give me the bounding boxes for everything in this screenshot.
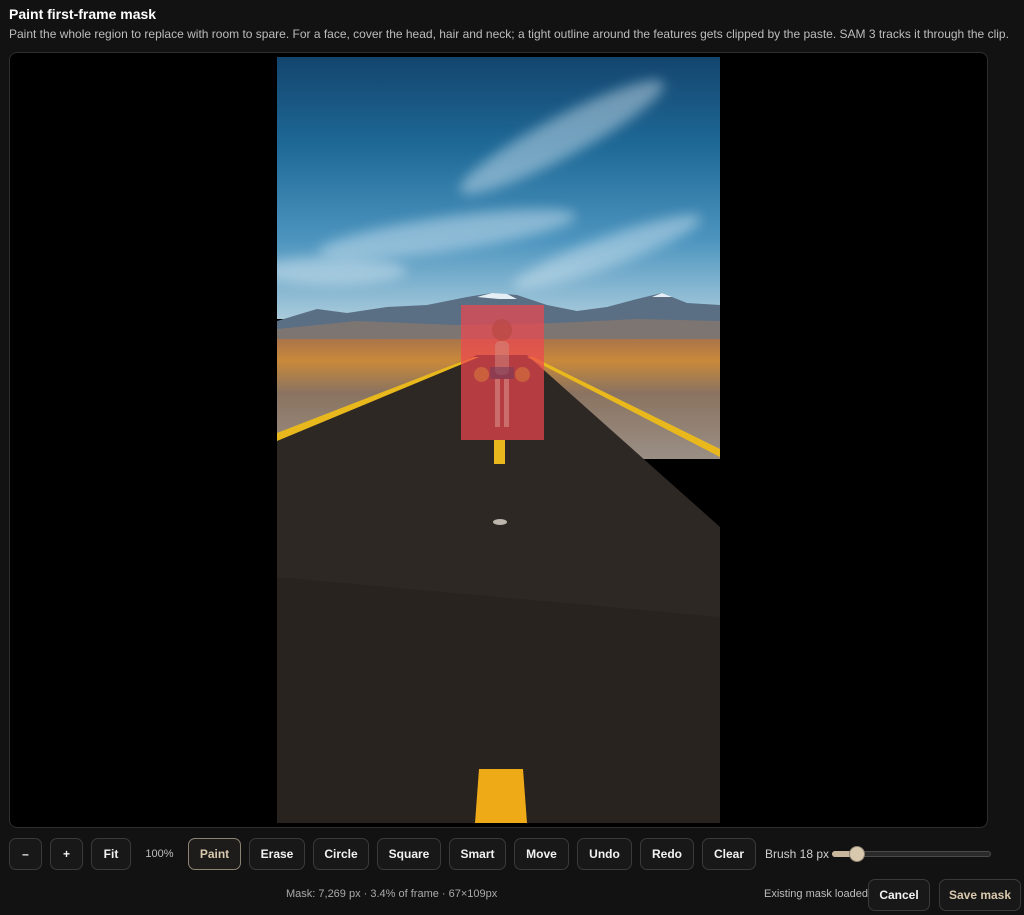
brush-size-slider[interactable]	[832, 846, 991, 862]
brush-size-label: Brush 18 px	[765, 847, 830, 861]
zoom-level: 100%	[145, 848, 174, 860]
save-mask-button[interactable]: Save mask	[939, 879, 1021, 911]
tool-circle-button[interactable]: Circle	[313, 838, 369, 870]
status-text: Existing mask loaded	[764, 888, 868, 900]
tool-move-button[interactable]: Move	[514, 838, 569, 870]
slider-thumb[interactable]	[849, 846, 865, 862]
toolbar: – + Fit 100% Paint Erase Circle Square S…	[9, 838, 756, 870]
pompom-left	[474, 367, 489, 382]
redo-button[interactable]: Redo	[640, 838, 694, 870]
fit-button[interactable]: Fit	[91, 838, 131, 870]
cancel-button[interactable]: Cancel	[868, 879, 930, 911]
tool-smart-button[interactable]: Smart	[449, 838, 506, 870]
video-frame[interactable]	[277, 57, 720, 823]
pompom-right	[515, 367, 530, 382]
tool-erase-button[interactable]: Erase	[249, 838, 305, 870]
figure-head	[492, 319, 512, 341]
undo-button[interactable]: Undo	[577, 838, 632, 870]
mask-overlay[interactable]	[461, 305, 544, 440]
figure-leg	[495, 379, 500, 427]
mask-canvas[interactable]	[9, 52, 988, 828]
figure-leg	[504, 379, 509, 427]
page-title: Paint first-frame mask	[9, 6, 157, 22]
figure-skirt	[490, 367, 514, 379]
tool-paint-button[interactable]: Paint	[188, 838, 241, 870]
page-subtitle: Paint the whole region to replace with r…	[9, 27, 1009, 41]
mask-info: Mask: 7,269 px · 3.4% of frame · 67×109p…	[286, 888, 498, 900]
zoom-out-button[interactable]: –	[9, 838, 42, 870]
tool-square-button[interactable]: Square	[377, 838, 441, 870]
road	[277, 355, 720, 823]
clear-button[interactable]: Clear	[702, 838, 756, 870]
zoom-in-button[interactable]: +	[50, 838, 83, 870]
